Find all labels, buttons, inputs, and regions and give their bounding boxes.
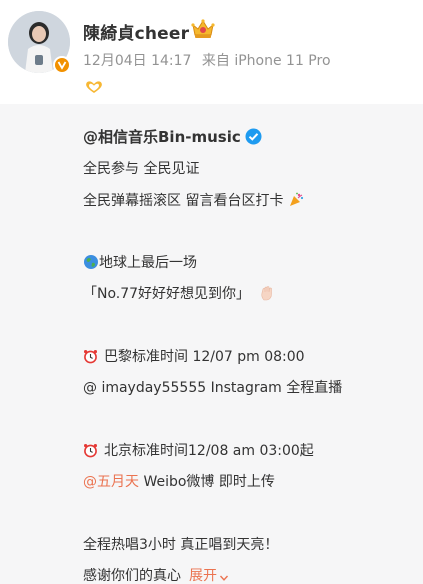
post-meta: 12月04日 14:17 来自 iPhone 11 Pro: [83, 50, 331, 70]
reposted-account-line: @相信音乐Bin-music: [83, 126, 262, 147]
post-header: 陳綺貞cheer 12月04日 14:17 来自 iPhone 11 Pro: [0, 0, 423, 104]
content-line-8: @五月天 Weibo微博 即时上传: [83, 471, 275, 491]
expand-label: 展开: [189, 568, 217, 584]
chevron-down-icon: [219, 571, 229, 584]
blue-verified-icon: [245, 128, 262, 145]
post-source: 来自 iPhone 11 Pro: [201, 53, 331, 69]
content-line-5: 巴黎标准时间 12/07 pm 08:00: [83, 346, 305, 368]
alarm-clock-icon: [83, 443, 98, 462]
content-line-2-text: 全民弹幕摇滚区 留言看台区打卡: [83, 193, 284, 209]
content-line-3: 地球上最后一场: [83, 252, 197, 274]
content-line-2: 全民弹幕摇滚区 留言看台区打卡: [83, 190, 304, 212]
repost-content-panel[interactable]: [0, 104, 423, 584]
verified-badge-icon: [53, 56, 71, 74]
content-line-3-text: 地球上最后一场: [99, 255, 197, 271]
alarm-clock-icon: [83, 349, 98, 368]
content-line-4: 「No.77好好好想见到你」: [83, 283, 275, 305]
content-line-9: 全程热唱3小时 真正唱到天亮！: [83, 537, 279, 553]
expand-button[interactable]: 展开: [189, 568, 229, 584]
reposted-account-link[interactable]: @相信音乐Bin-music: [83, 128, 241, 146]
post-date[interactable]: 12月04日 14:17: [83, 53, 191, 69]
crown-badge-icon[interactable]: [190, 17, 216, 41]
content-line-10-text: 感谢你们的真心: [83, 568, 181, 584]
content-line-6: @ imayday55555 Instagram 全程直播: [83, 380, 343, 396]
waving-hand-icon: [259, 285, 275, 305]
globe-icon: [83, 254, 99, 274]
content-line-7-text: 北京标准时间12/08 am 03:00起: [104, 443, 314, 459]
content-line-7: 北京标准时间12/08 am 03:00起: [83, 440, 314, 462]
heart-hands-icon[interactable]: [84, 79, 104, 95]
content-line-10: 感谢你们的真心 展开: [83, 565, 229, 584]
content-line-1: 全民参与 全民见证: [83, 161, 200, 177]
party-popper-icon: [288, 192, 304, 212]
mention-link[interactable]: @五月天: [83, 474, 139, 490]
content-line-4-text: 「No.77好好好想见到你」: [83, 286, 251, 302]
username-link[interactable]: 陳綺貞cheer: [83, 19, 189, 44]
content-line-8-text: Weibo微博 即时上传: [139, 474, 275, 490]
content-line-5-text: 巴黎标准时间 12/07 pm 08:00: [104, 349, 305, 365]
